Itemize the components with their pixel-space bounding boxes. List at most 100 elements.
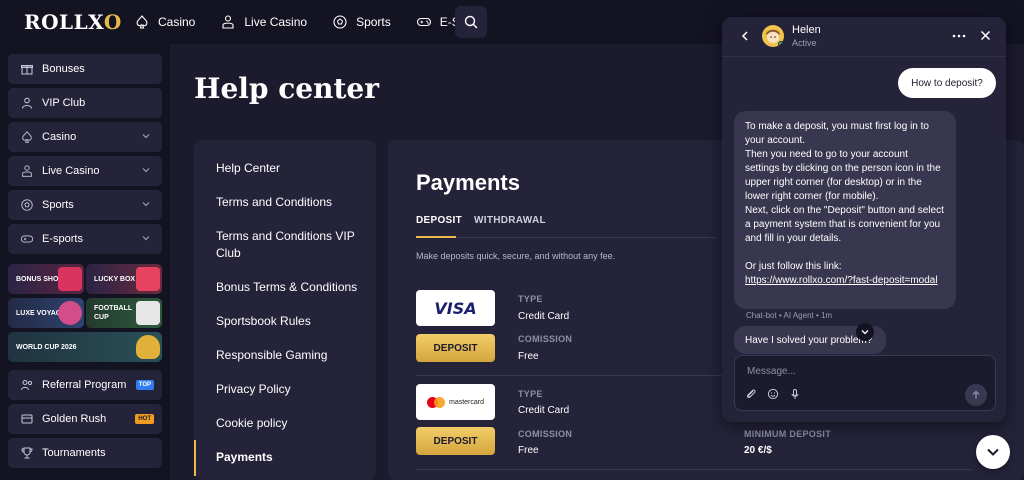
- nav-live-casino[interactable]: Live Casino: [220, 14, 307, 30]
- trophy-icon: [20, 446, 34, 460]
- mastercard-logo: mastercard: [416, 384, 495, 420]
- help-nav-help-center[interactable]: Help Center: [216, 160, 280, 177]
- nav-sports[interactable]: Sports: [332, 14, 391, 30]
- gift-icon: [20, 62, 34, 76]
- calendar-icon: [136, 301, 160, 325]
- deposit-button-mastercard[interactable]: DEPOSIT: [416, 427, 495, 455]
- coin-stack-icon: [20, 412, 34, 426]
- top-badge: TOP: [135, 380, 154, 390]
- type-label: TYPE: [518, 294, 543, 304]
- bot-message-bubble: To make a deposit, you must first log in…: [734, 111, 956, 309]
- message-composer[interactable]: Message...: [734, 355, 996, 411]
- commission-value: Free: [518, 351, 539, 362]
- promo-tile-world-cup-2026[interactable]: WORLD CUP 2026: [8, 332, 162, 362]
- tab-deposit[interactable]: DEPOSIT: [416, 215, 462, 226]
- sidebar-item-referral-program[interactable]: Referral Program TOP: [8, 370, 162, 400]
- chat-toggle-button[interactable]: [976, 435, 1010, 469]
- arrow-up-icon: [972, 390, 980, 399]
- chevron-down-icon: [142, 236, 150, 241]
- help-nav-bonus-terms[interactable]: Bonus Terms & Conditions: [216, 279, 357, 296]
- sidebar-item-casino[interactable]: Casino: [8, 122, 162, 152]
- more-options-icon[interactable]: [952, 34, 966, 38]
- emoji-icon[interactable]: [767, 388, 779, 400]
- shopping-bag-icon: [58, 267, 82, 291]
- help-nav-terms[interactable]: Terms and Conditions: [216, 194, 332, 211]
- search-button[interactable]: [455, 6, 487, 38]
- mastercard-circles-icon: [426, 396, 445, 408]
- dealer-icon: [20, 164, 34, 178]
- spade-icon: [20, 130, 34, 144]
- bot-message-meta: Chat-bot • AI Agent • 1m: [746, 311, 833, 320]
- chat-header: Helen Active: [722, 17, 1006, 57]
- avatar: [762, 25, 784, 47]
- gamepad-icon: [20, 232, 34, 246]
- chevron-down-icon: [861, 330, 869, 335]
- page-title: Help center: [194, 72, 379, 105]
- bot-message-line: Next, click on the "Deposit" button and …: [745, 205, 944, 244]
- row-divider: [416, 469, 971, 470]
- hot-badge: HOT: [135, 414, 154, 424]
- help-nav-cookie-policy[interactable]: Cookie policy: [216, 415, 287, 432]
- sidebar-item-esports[interactable]: E-sports: [8, 224, 162, 254]
- payments-title: Payments: [416, 170, 520, 195]
- online-dot: [778, 41, 784, 47]
- min-deposit-label: MINIMUM DEPOSIT: [744, 429, 831, 439]
- vip-user-icon: [20, 96, 34, 110]
- commission-value: Free: [518, 445, 539, 456]
- soccer-ball-icon: [333, 15, 347, 29]
- active-tab-underline: [416, 236, 456, 238]
- promo-tile-football-cup[interactable]: FOOTBALL CUP: [86, 298, 162, 328]
- bot-message-line: [745, 246, 945, 260]
- chevron-down-icon: [142, 168, 150, 173]
- close-icon[interactable]: [980, 30, 991, 41]
- location-pin-icon: [58, 301, 82, 325]
- commission-label: COMISSION: [518, 334, 573, 344]
- deposit-button-visa[interactable]: DEPOSIT: [416, 334, 495, 362]
- chevron-down-icon: [142, 202, 150, 207]
- type-label: TYPE: [518, 389, 543, 399]
- type-value: Credit Card: [518, 311, 570, 322]
- help-nav-payments[interactable]: Payments: [216, 449, 273, 466]
- back-arrow-icon[interactable]: [740, 30, 750, 42]
- sidebar-item-live-casino[interactable]: Live Casino: [8, 156, 162, 186]
- promo-tile-luxe-voyage[interactable]: LUXE VOYAGE: [8, 298, 84, 328]
- help-nav-sportsbook-rules[interactable]: Sportsbook Rules: [216, 313, 311, 330]
- paperclip-icon[interactable]: [745, 388, 757, 400]
- visa-logo: VISA: [416, 290, 495, 326]
- agent-name: Helen: [792, 24, 821, 36]
- gift-box-icon: [136, 267, 160, 291]
- send-button[interactable]: [965, 384, 987, 406]
- search-icon: [464, 15, 478, 29]
- help-nav-responsible-gaming[interactable]: Responsible Gaming: [216, 347, 327, 364]
- support-chat-window: Helen Active How to deposit? To make a d…: [722, 17, 1006, 422]
- sidebar-item-sports[interactable]: Sports: [8, 190, 162, 220]
- fast-deposit-link[interactable]: https://www.rollxo.com/?fast-deposit=mod…: [745, 275, 938, 286]
- promo-tile-bonus-shop[interactable]: BONUS SHOP: [8, 264, 84, 294]
- trophy-icon: [136, 335, 160, 359]
- scroll-down-button[interactable]: [856, 323, 874, 341]
- bot-message-line: Or just follow this link:: [745, 261, 842, 272]
- promo-tile-lucky-box[interactable]: LUCKY BOX: [86, 264, 162, 294]
- nav-casino[interactable]: Casino: [134, 14, 195, 30]
- sidebar: Bonuses VIP Club Casino Live Casino Spor…: [0, 44, 170, 480]
- min-deposit-value: 20 €/$: [744, 445, 772, 456]
- gamepad-icon: [416, 17, 431, 27]
- sidebar-item-vip-club[interactable]: VIP Club: [8, 88, 162, 118]
- agent-status: Active: [792, 38, 817, 48]
- microphone-icon[interactable]: [789, 388, 801, 400]
- sidebar-item-tournaments[interactable]: Tournaments: [8, 438, 162, 468]
- spade-icon: [136, 15, 148, 29]
- type-value: Credit Card: [518, 405, 570, 416]
- message-input[interactable]: Message...: [747, 366, 796, 377]
- help-nav-terms-vip[interactable]: Terms and Conditions VIP Club: [216, 228, 366, 262]
- commission-label: COMISSION: [518, 429, 573, 439]
- sidebar-item-golden-rush[interactable]: Golden Rush HOT: [8, 404, 162, 434]
- dealer-icon: [222, 15, 234, 29]
- soccer-ball-icon: [20, 198, 34, 212]
- tab-withdrawal[interactable]: WITHDRAWAL: [474, 215, 546, 226]
- sidebar-item-bonuses[interactable]: Bonuses: [8, 54, 162, 84]
- rollxo-logo[interactable]: ROLLXO: [24, 10, 122, 34]
- chevron-down-icon: [987, 448, 999, 456]
- help-nav-privacy-policy[interactable]: Privacy Policy: [216, 381, 291, 398]
- tab-divider: [416, 237, 716, 238]
